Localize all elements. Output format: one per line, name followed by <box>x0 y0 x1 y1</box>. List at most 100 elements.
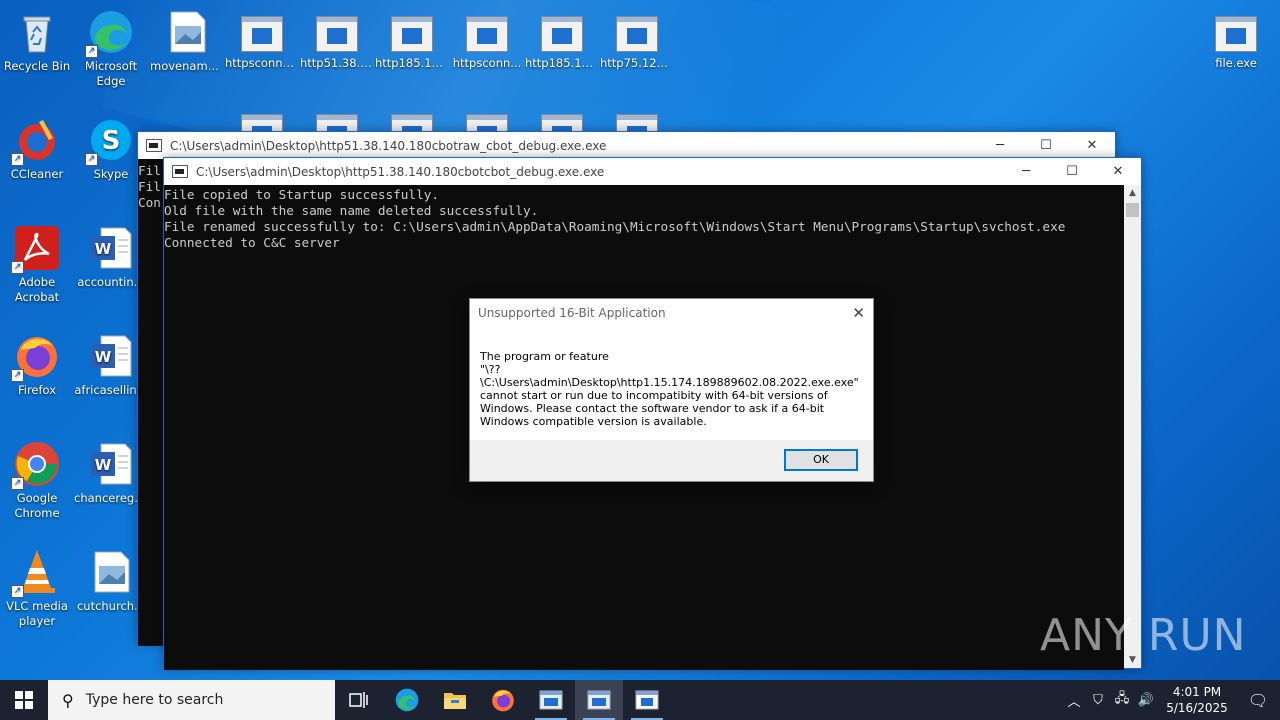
window-titlebar[interactable]: C:\Users\admin\Desktop\http51.38.140.180… <box>138 132 1115 159</box>
maximize-icon[interactable]: ☐ <box>1049 158 1095 185</box>
desktop-icon-vlc[interactable]: ↗ VLC media player <box>0 548 74 629</box>
skype-icon: S ↗ <box>85 116 135 166</box>
shortcut-arrow-icon: ↗ <box>11 153 24 166</box>
search-icon: ⚲ <box>62 690 74 710</box>
word-document-icon: W <box>87 332 135 380</box>
console-window-icon <box>587 690 611 710</box>
dialog-titlebar[interactable]: Unsupported 16-Bit Application ✕ <box>470 299 873 327</box>
close-icon[interactable]: ✕ <box>1095 158 1141 185</box>
executable-icon <box>241 16 283 52</box>
taskbar-dialog[interactable] <box>623 680 671 720</box>
window-title: C:\Users\admin\Desktop\http51.38.140.180… <box>170 138 607 153</box>
taskbar-console-2[interactable] <box>575 680 623 720</box>
desktop-icon-label: httpsconn... <box>452 56 522 70</box>
desktop-icon-top-4[interactable]: httpsconn... <box>450 8 524 71</box>
desktop-icon-label: file.exe <box>1215 56 1257 70</box>
console-window-icon <box>539 690 563 710</box>
scroll-up-icon[interactable]: ▲ <box>1124 185 1141 201</box>
close-icon[interactable]: ✕ <box>852 299 865 327</box>
edge-icon <box>395 688 419 712</box>
dialog-footer: OK <box>470 440 873 481</box>
clock-time: 4:01 PM <box>1172 685 1222 699</box>
taskbar-console-1[interactable] <box>527 680 575 720</box>
desktop-icon-firefox[interactable]: ↗ Firefox <box>0 332 74 398</box>
taskbar-file-explorer[interactable] <box>431 680 479 720</box>
taskbar-firefox[interactable] <box>479 680 527 720</box>
firefox-icon <box>492 689 514 712</box>
taskbar: ⚲ Type here to search ︿ ⛉ 🖧 🔊 4:01 PM 5/… <box>0 680 1280 720</box>
executable-icon <box>541 16 583 52</box>
close-icon[interactable]: ✕ <box>1069 132 1115 159</box>
console-icon <box>146 139 162 152</box>
notifications-icon[interactable]: 🗨 <box>1236 691 1280 710</box>
desktop-icon-recycle-bin[interactable]: Recycle Bin <box>0 8 74 74</box>
desktop-icon-ccleaner[interactable]: ↗ CCleaner <box>0 116 74 182</box>
word-document-icon: W <box>87 224 135 272</box>
shortcut-arrow-icon: ↗ <box>11 369 24 382</box>
dialog-message: The program or feature "\??\C:\Users\adm… <box>470 327 873 439</box>
folder-icon <box>444 693 466 709</box>
start-button[interactable] <box>0 680 48 720</box>
desktop-icon-label: Firefox <box>17 383 57 397</box>
desktop-icon-adobe-acrobat[interactable]: ↗ Adobe Acrobat <box>0 224 74 305</box>
network-icon[interactable]: 🖧 <box>1110 689 1134 711</box>
executable-icon <box>316 16 358 52</box>
chevron-up-icon[interactable]: ︿ <box>1062 691 1086 710</box>
svg-text:W: W <box>95 240 112 258</box>
error-dialog[interactable]: Unsupported 16-Bit Application ✕ The pro… <box>469 298 874 482</box>
desktop-icon-top-3[interactable]: http185.156... <box>375 8 449 71</box>
desktop-icon-label: VLC media player <box>6 599 68 628</box>
shortcut-arrow-icon: ↗ <box>11 585 24 598</box>
ok-button[interactable]: OK <box>784 449 858 471</box>
window-title: C:\Users\admin\Desktop\http51.38.140.180… <box>196 164 605 179</box>
task-view-button[interactable] <box>335 680 383 720</box>
executable-icon <box>466 16 508 52</box>
maximize-icon[interactable]: ☐ <box>1023 132 1069 159</box>
firefox-icon: ↗ <box>11 332 61 382</box>
desktop-icon-top-0[interactable]: movename... <box>150 8 224 74</box>
desktop-icon-label: Google Chrome <box>14 491 60 520</box>
taskbar-clock[interactable]: 4:01 PM 5/16/2025 <box>1158 684 1236 716</box>
desktop-icon-google-chrome[interactable]: ↗ Google Chrome <box>0 440 74 521</box>
desktop-icon-top-1[interactable]: httpsconne... <box>225 8 299 71</box>
desktop-icon-label: Microsoft Edge <box>84 59 138 88</box>
adobe-acrobat-icon: ↗ <box>11 224 61 274</box>
message-line: The program or feature <box>480 350 609 363</box>
desktop-icon-label: Recycle Bin <box>3 59 71 73</box>
console-line: File renamed successfully to: C:\Users\a… <box>164 219 1066 234</box>
console-line: File copied to Startup successfully. <box>164 187 439 202</box>
security-icon[interactable]: ⛉ <box>1086 693 1110 708</box>
svg-text:W: W <box>95 348 112 366</box>
shortcut-arrow-icon: ↗ <box>11 261 24 274</box>
desktop-icon-label: http51.38.1... <box>300 56 374 70</box>
dialog-title: Unsupported 16-Bit Application <box>478 306 666 320</box>
shortcut-arrow-icon: ↗ <box>85 153 98 166</box>
desktop-icon-label: http185.156... <box>525 56 599 70</box>
window-titlebar[interactable]: C:\Users\admin\Desktop\http51.38.140.180… <box>164 158 1141 185</box>
shortcut-arrow-icon: ↗ <box>85 45 98 58</box>
task-view-icon <box>349 692 368 708</box>
message-line: "\??\C:\Users\admin\Desktop\http1.15.174… <box>480 363 859 389</box>
shortcut-arrow-icon: ↗ <box>11 477 24 490</box>
vertical-scrollbar[interactable]: ▲ ▼ <box>1124 185 1141 668</box>
scrollbar-thumb[interactable] <box>1126 203 1139 217</box>
taskbar-search-box[interactable]: ⚲ Type here to search <box>48 680 335 720</box>
desktop-icon-file-exe[interactable]: file.exe <box>1199 8 1273 71</box>
taskbar-edge[interactable] <box>383 680 431 720</box>
executable-icon <box>616 16 658 52</box>
executable-icon <box>391 16 433 52</box>
image-file-icon <box>87 548 135 596</box>
desktop-icon-top-6[interactable]: http75.127.... <box>600 8 674 71</box>
volume-icon[interactable]: 🔊 <box>1134 693 1158 708</box>
minimize-icon[interactable]: ─ <box>977 132 1023 159</box>
minimize-icon[interactable]: ─ <box>1003 158 1049 185</box>
desktop-icon-top-5[interactable]: http185.156... <box>525 8 599 71</box>
chrome-icon: ↗ <box>11 440 61 490</box>
desktop-icon-top-2[interactable]: http51.38.1... <box>300 8 374 71</box>
executable-icon <box>1215 16 1257 52</box>
word-document-icon: W <box>87 440 135 488</box>
application-window-icon <box>635 690 659 710</box>
search-placeholder: Type here to search <box>85 692 224 708</box>
desktop-icon-microsoft-edge[interactable]: ↗ Microsoft Edge <box>74 8 148 89</box>
message-line: cannot start or run due to incompatibity… <box>480 389 828 402</box>
